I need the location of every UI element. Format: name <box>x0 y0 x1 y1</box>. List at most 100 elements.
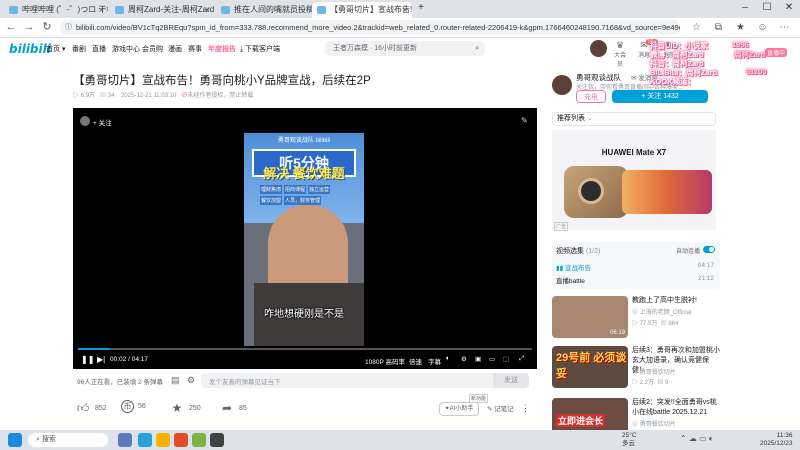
recommended-video[interactable]: 06:19 教跑上了高中生脱衬! ⓤ 上海的老颜_Official ▷ 77.5… <box>552 296 720 338</box>
widescreen-icon[interactable]: ▭ <box>489 355 495 363</box>
settings-icon[interactable]: ⚙ <box>461 355 467 363</box>
tab-label: 【勇哥切片】宣战布告! 勇哥 <box>330 5 412 14</box>
tray-icons[interactable]: ⌃ ☁ ▭ 🔈︎ <box>680 434 714 444</box>
favorite-icon: ★ <box>171 401 183 415</box>
now-playing-icon: ▮▮ <box>556 265 564 272</box>
recommend-list-header[interactable]: 推荐列表 ⌄ <box>552 112 716 126</box>
nav-mall[interactable]: 会员购 <box>142 44 163 54</box>
nav-esports[interactable]: 赛事 <box>188 44 202 54</box>
favorite-button[interactable]: ★ 250 <box>169 400 201 416</box>
minimize-icon[interactable]: – <box>738 2 752 13</box>
video-meta: ▷ 6.9万 ▤ 34 2025-12-21 11:03:10 ⊘未经作者授权，… <box>73 90 253 99</box>
pip-icon[interactable]: ▣ <box>475 355 481 363</box>
app-icon[interactable] <box>210 433 224 447</box>
fullscreen-icon[interactable]: ⤢ <box>519 355 524 363</box>
back-icon[interactable]: ← <box>4 20 18 34</box>
ai-label: AI小助手 <box>449 406 474 412</box>
feedback-icon[interactable]: ✎ <box>521 116 528 125</box>
taskbar-search[interactable]: ⌕ 搜索 <box>28 433 108 447</box>
subtitle-button[interactable]: 字幕 <box>428 356 441 366</box>
danmaku-toggle-icon[interactable]: ▤ <box>171 375 180 386</box>
refresh-icon[interactable]: ↻ <box>40 20 54 34</box>
browser-tab-active[interactable]: 【勇哥切片】宣战布告! 勇哥× <box>312 2 412 18</box>
video-thumbnail: 06:19 <box>552 296 628 338</box>
web-fullscreen-icon[interactable]: ⬚ <box>503 355 509 363</box>
search-input[interactable]: 王者万森摸 · 16小时前更新 ⌕ <box>325 41 485 56</box>
advertisement[interactable]: HUAWEI Mate X7 广告 <box>552 130 716 231</box>
vip-button[interactable]: ♛ 大会员 <box>612 40 628 68</box>
autoplay-toggle[interactable] <box>703 246 715 253</box>
more-icon[interactable]: ⋯ <box>778 21 791 34</box>
camera-module <box>578 178 604 204</box>
recommended-video[interactable]: 立即进会长 后续2：突发!!全面勇哥vs桃小在线battle 2025.12.2… <box>552 398 720 430</box>
playlist-item-1[interactable]: ▮▮ 宣战布告 04:17 <box>556 262 714 272</box>
progress-bar[interactable] <box>78 348 532 350</box>
notes-button[interactable]: ✎ 记笔记 <box>487 403 514 413</box>
video-author: ⓤ 上海的老颜_Official <box>632 307 691 316</box>
send-danmaku-button[interactable]: 发送 <box>493 373 529 388</box>
danmaku-settings-icon[interactable]: ⚙ <box>187 375 195 386</box>
favorites-icon[interactable]: ★ <box>734 21 747 34</box>
overlay-line: 51100 <box>746 67 767 76</box>
new-tab-button[interactable]: + <box>414 2 428 13</box>
extensions-icon[interactable]: ⧉ <box>712 21 725 34</box>
chrome-icon[interactable] <box>174 433 188 447</box>
pause-icon[interactable]: ❚❚ <box>81 355 94 364</box>
favorite-count: 250 <box>189 404 201 412</box>
volume-icon[interactable]: 🔈︎ <box>446 355 450 363</box>
speed-button[interactable]: 倍速 <box>409 356 422 366</box>
site-info-icon[interactable]: ⓘ <box>65 20 72 35</box>
nav-annual-report[interactable]: 年度报告 <box>208 44 236 54</box>
quality-button[interactable]: 1080P 高码率 <box>365 356 405 366</box>
recommended-video[interactable]: 29号前 必须谈妥 后续3：勇哥再次和加盟桃小玄大加语录，确认竞健保健！ ⓤ 勇… <box>552 346 720 388</box>
uploader-avatar-small[interactable] <box>80 116 90 126</box>
coin-button[interactable]: 币 56 <box>121 400 146 413</box>
star-icon[interactable]: ☆ <box>690 21 703 34</box>
close-tab-icon[interactable]: × <box>205 2 210 18</box>
nav-live[interactable]: 直播 <box>92 44 106 54</box>
danmaku-input[interactable]: 发个友善的弹幕见证当下 发送 <box>201 373 529 388</box>
browser-tab-1[interactable]: 哔哩哔哩 (゜-゜)つロ 干杯~-bi× <box>4 2 108 18</box>
poster-tag: 招商课程 <box>284 185 307 194</box>
url-field[interactable]: ⓘ bilibili.com/video/BV1cTq2BREqu?spm_id… <box>60 20 680 35</box>
player-follow-button[interactable]: + 关注 <box>93 117 112 127</box>
avatar[interactable] <box>590 40 607 57</box>
profile-icon[interactable]: ☺ <box>756 21 769 34</box>
overlay-line: 1996 <box>732 40 749 49</box>
weather-widget[interactable]: 25°C 多云 <box>622 432 637 448</box>
uploader-avatar[interactable] <box>552 75 572 95</box>
close-tab-icon[interactable]: × <box>403 2 408 18</box>
like-button[interactable]: 👍︎ 852 <box>75 400 107 416</box>
forward-icon[interactable]: → <box>22 20 36 34</box>
start-icon[interactable] <box>8 433 22 447</box>
nav-manga[interactable]: 漫画 <box>168 44 182 54</box>
ad-brand: HUAWEI Mate X7 <box>601 148 667 157</box>
next-icon[interactable]: ▶| <box>97 355 105 364</box>
playlist-item-2[interactable]: 直播battle 21:12 <box>556 275 714 285</box>
browser-tab-3[interactable]: 推在人间的嘴就员投稿视频-粉× <box>216 2 320 18</box>
task-view-icon[interactable] <box>118 433 132 447</box>
search-icon[interactable]: ⌕ <box>475 41 479 56</box>
nav-download-client[interactable]: ⤓ 下载客户端 <box>240 44 280 54</box>
ai-assistant-button[interactable]: ✦AI小助手 <box>439 402 479 416</box>
edge-icon[interactable] <box>138 433 152 447</box>
more-actions-icon[interactable]: ⋮ <box>521 403 530 414</box>
like-count: 852 <box>95 404 107 412</box>
charge-button[interactable]: 充电 <box>576 90 606 103</box>
file-explorer-icon[interactable] <box>156 433 170 447</box>
nav-home[interactable]: 首页 ▾ <box>46 44 65 54</box>
clock[interactable]: 11:36 2025/12/23 <box>760 432 793 448</box>
browser-tab-2[interactable]: 周柯Zard-关注-周柯Zard-关注× <box>110 2 214 18</box>
close-window-icon[interactable]: ✕ <box>782 2 796 13</box>
app-icon[interactable] <box>192 433 206 447</box>
tab-favicon-icon <box>9 6 18 14</box>
bilibili-logo[interactable]: bilibili <box>9 42 51 56</box>
nav-anime[interactable]: 番剧 <box>72 44 86 54</box>
maximize-icon[interactable]: ☐ <box>760 2 774 13</box>
follow-button[interactable]: + 关注 1432 <box>612 90 708 103</box>
share-button[interactable]: ➦ 85 <box>219 400 247 416</box>
close-tab-icon[interactable]: × <box>99 2 104 18</box>
uploader-name[interactable]: 勇哥观谈战队 <box>576 73 621 82</box>
playlist-panel: 视频选集 (1/2) 自动连播 ▮▮ 宣战布告 04:17 直播battle 2… <box>552 242 720 289</box>
nav-game-center[interactable]: 游戏中心 <box>112 44 140 54</box>
